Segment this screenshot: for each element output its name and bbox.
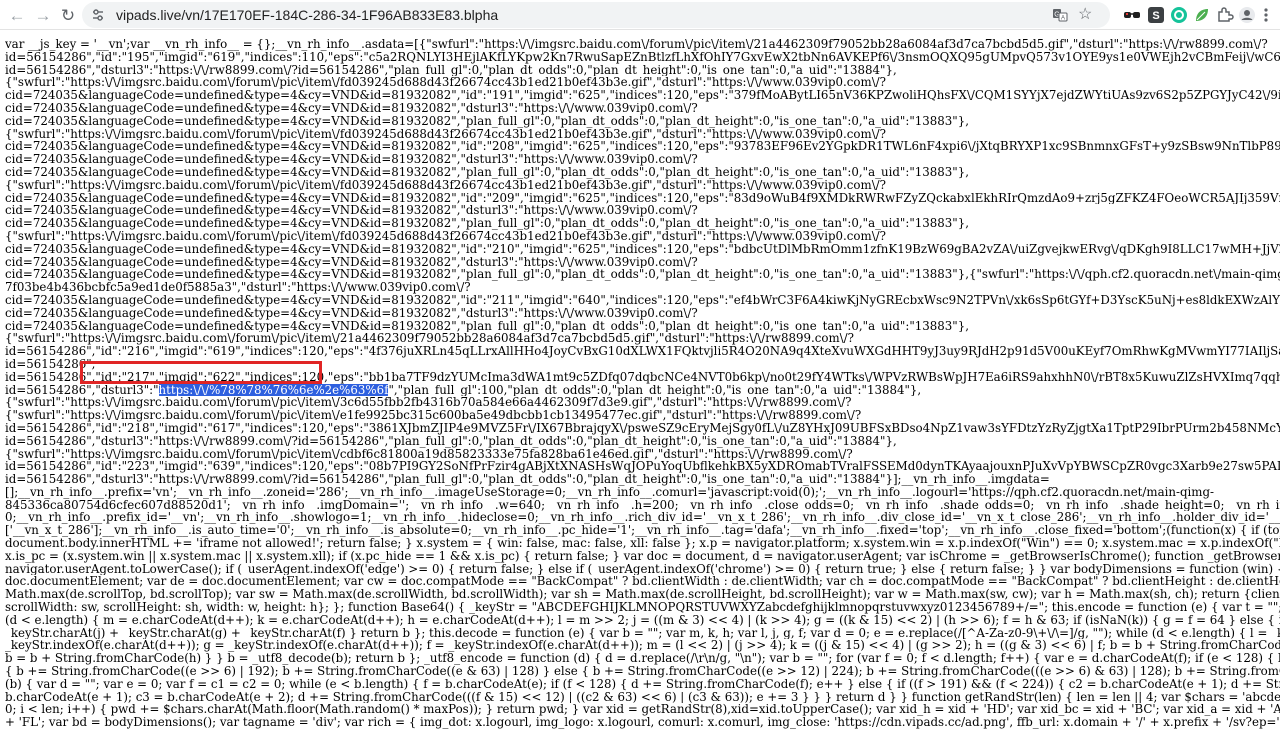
source-line: { b += String.fromCharCode((e >> 6) | 19… [5, 665, 1280, 678]
source-line: cid=724035&languageCode=undefined&type=4… [5, 242, 1280, 256]
source-line: _keyStr.indexOf(e.charAt(d++)); g = _key… [5, 639, 1280, 653]
arrow-left-icon: ← [8, 5, 26, 25]
source-line: b = b + String.fromCharCode(h) } } b = _… [5, 652, 1280, 666]
source-line: cid=724035&languageCode=undefined&type=4… [5, 306, 698, 320]
svg-text:A: A [1061, 16, 1065, 22]
source-line: 0;__vn_rh_info__.prefix_id='__vn';__vn_r… [5, 511, 1280, 525]
address-bar[interactable]: vipads.live/vn/17E170EF-184C-286-34-1F96… [82, 2, 1110, 28]
s-extension-icon[interactable]: S [1147, 6, 1165, 24]
source-line: id=56154286","id":"218","imgid":"617","i… [5, 421, 1280, 435]
selected-url-text[interactable]: https:\/\/%78%78%76%6e%2e%63%6f [158, 383, 389, 397]
source-line: {"swfurl":"https:\/\/imgsrc.baidu.com\/f… [5, 127, 886, 141]
source-line: cid=724035&languageCode=undefined&type=4… [5, 89, 1280, 102]
source-line: doc.documentElement; var de = doc.docume… [5, 575, 1280, 589]
source-line: cid=724035&languageCode=undefined&type=4… [5, 101, 698, 115]
source-line: id=56154286","dsturl3":"https:\/\/rw8899… [5, 473, 1050, 486]
translate-icon[interactable]: G A [1052, 7, 1068, 23]
source-line: cid=724035&languageCode=undefined&type=4… [5, 217, 969, 230]
source-line: 0; i < len; i++) { pwd += $chars.charAt(… [5, 703, 1280, 717]
source-line: b.charCodeAt(e + 1); c3 = b.charCodeAt(e… [5, 690, 1280, 704]
source-line-text: id=56154286","dsturl3":" [5, 383, 159, 397]
source-line: cid=724035&languageCode=undefined&type=4… [5, 255, 698, 269]
leaf-extension-icon[interactable] [1193, 6, 1211, 24]
profile-icon[interactable] [1238, 6, 1256, 24]
source-line: {"swfurl":"https:\/\/imgsrc.baidu.com\/f… [5, 229, 886, 243]
source-line: + 'FL'; var bd = bodyDimensions(); var t… [5, 716, 1280, 730]
source-line: cid=724035&languageCode=undefined&type=4… [5, 153, 698, 166]
source-line: id=56154286","id":"223","imgid":"639","i… [5, 460, 1280, 474]
source-line: id=56154286","dsturl3":"https:\/\/rw8899… [5, 63, 897, 77]
source-line: cid=724035&languageCode=undefined&type=4… [5, 140, 1280, 154]
source-line: cid=724035&languageCode=undefined&type=4… [5, 293, 1280, 307]
source-line: cid=724035&languageCode=undefined&type=4… [5, 319, 969, 333]
reload-button[interactable]: ↻ [55, 2, 81, 28]
source-line: 7f03be4b436bcbfc5a9ed1de0f5885a3","dstur… [5, 281, 471, 294]
source-line: id=56154286","dsturl3":"https:\/\/rw8899… [5, 434, 897, 448]
source-line: x.is_pc = (x.system.win || x.system.mac … [5, 549, 1280, 563]
source-line: {"swfurl":"https:\/\/imgsrc.baidu.com\/f… [5, 76, 886, 90]
source-line: var __js_key = '__vn';var __vn_rh_info__… [5, 38, 1268, 51]
star-icon[interactable]: ☆ [1078, 7, 1094, 23]
reload-icon: ↻ [60, 5, 76, 25]
source-line: document.body.innerHTML += 'iframe not a… [5, 537, 1280, 550]
source-line: cid=724035&languageCode=undefined&type=4… [5, 114, 969, 128]
forward-button[interactable]: → [30, 2, 56, 28]
source-line: cid=724035&languageCode=undefined&type=4… [5, 268, 1280, 282]
source-line: (b) { var d = ""; var e = 0; var f = c1 … [5, 677, 1280, 691]
source-line: ['__vn_x_t_286'];__vn_rh_info__.is_auto_… [5, 524, 1280, 538]
address-bar-url[interactable]: vipads.live/vn/17E170EF-184C-286-34-1F96… [116, 2, 498, 28]
grammarly-extension-icon[interactable] [1170, 6, 1188, 24]
source-line: {"swfurl":"https:\/\/imgsrc.baidu.com\/f… [5, 178, 886, 192]
glasses-extension-icon[interactable] [1122, 6, 1142, 24]
browser-toolbar: ← → ↻ vipads.live/vn/17E170EF-184C-286-3… [0, 0, 1280, 30]
source-line: id=56154286","id":"216","imgid":"619","i… [5, 345, 1280, 358]
page-content: var __js_key = '__vn';var __vn_rh_info__… [0, 31, 1280, 755]
source-line: {"swfurl":"https:\/\/imgsrc.baidu.com\/f… [5, 396, 852, 410]
source-line: id=56154286","id":"195","imgid":"619","i… [5, 50, 1280, 64]
source-line: id=56154286","dsturl3":"https:\/\/%78%78… [5, 383, 1280, 397]
source-line: {"swfurl":"https:\/\/imgsrc.baidu.com\/f… [5, 447, 853, 461]
source-line: cid=724035&languageCode=undefined&type=4… [5, 191, 1280, 205]
source-line: 845336ca80754d6cfec607d88520d1';__vn_rh_… [5, 498, 1280, 512]
source-line: Math.max(de.scrollTop, bd.scrollTop); va… [5, 588, 1280, 602]
source-line: scrollWidth: sw, scrollHeight: sh, width… [5, 601, 1280, 614]
menu-kebab-icon[interactable] [1260, 6, 1272, 24]
annotation-highlight-box [80, 361, 322, 384]
source-line: navigator.userAgent.toLowerCase(); if (_… [5, 562, 1280, 576]
source-line: cid=724035&languageCode=undefined&type=4… [5, 204, 698, 218]
svg-text:S: S [1152, 10, 1159, 22]
source-line: cid=724035&languageCode=undefined&type=4… [5, 165, 969, 179]
source-line: _keyStr.charAt(j) + _keyStr.charAt(g) + … [5, 626, 1280, 640]
source-line-text: ","plan_full_gl":100,"plan_dt_odds":0,"p… [388, 383, 922, 397]
back-button[interactable]: ← [4, 2, 30, 28]
puzzle-extensions-icon[interactable] [1216, 6, 1234, 24]
source-line: {"swfurl":"https:\/\/imgsrc.baidu.com\/f… [5, 332, 854, 346]
source-line: (d < e.length) { m = e.charCodeAt(d++); … [5, 613, 1280, 627]
site-settings-icon[interactable] [90, 7, 106, 23]
arrow-right-icon: → [34, 5, 52, 25]
source-line: {"swfurl":"https:\/\/imgsrc.baidu.com\/f… [5, 409, 862, 422]
source-line: [];__vn_rh_info__.prefix='vn';__vn_rh_in… [5, 485, 1215, 499]
